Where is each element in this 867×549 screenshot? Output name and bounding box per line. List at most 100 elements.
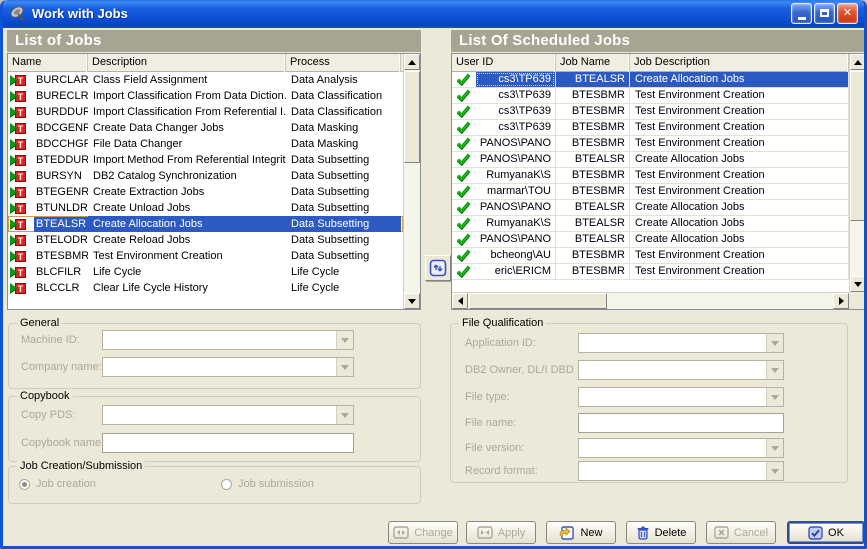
scroll-left-button[interactable] [452,293,468,309]
maximize-icon [820,9,829,17]
green-arrow-icon [10,155,17,165]
green-arrow-icon [10,235,17,245]
cell-user-id: eric\ERICM [452,264,556,280]
cell-job-name: BTESBMR [556,168,630,184]
scroll-down-button[interactable] [850,276,866,292]
apply-button: Apply [466,521,536,544]
cell-description: Clear Life Cycle History [88,280,286,296]
jobs-vertical-scrollbar[interactable] [403,54,420,309]
column-header-name[interactable]: Name [8,54,88,72]
table-row[interactable]: bcheong\AUBTESBMRTest Environment Creati… [452,248,849,264]
transfer-job-button[interactable] [425,255,451,281]
table-row[interactable]: marmar\TOUBTESBMRTest Environment Creati… [452,184,849,200]
scroll-up-button[interactable] [404,54,420,70]
minimize-icon [798,17,806,20]
table-row[interactable]: TBTUNLDRCreate Unload JobsData Subsettin… [8,200,403,216]
ok-button[interactable]: OK [787,521,865,544]
table-row[interactable]: cs3\TP639BTEALSRCreate Allocation Jobs [452,72,849,88]
minimize-button[interactable] [791,3,812,24]
check-icon [456,265,471,278]
column-header-job-name[interactable]: Job Name [556,54,630,72]
maximize-button[interactable] [814,3,835,24]
arrow-down-icon [408,299,416,304]
table-row[interactable]: TBTEDDURImport Method From Referential I… [8,152,403,168]
cell-job-name: BTESBMR [556,120,630,136]
table-row[interactable]: TBURCLARClass Field AssignmentData Analy… [8,72,403,88]
table-row[interactable]: TBURDDURImport Classification From Refer… [8,104,403,120]
machine-id-dropdown-button [336,331,353,349]
scheduled-vertical-scrollbar[interactable] [849,54,866,292]
table-row[interactable]: PANOS\PANOBTEALSRCreate Allocation Jobs [452,232,849,248]
close-button[interactable]: ✕ [837,3,858,24]
table-row[interactable]: TBTEALSRCreate Allocation JobsData Subse… [8,216,403,232]
table-row[interactable]: PANOS\PANOBTEALSRCreate Allocation Jobs [452,152,849,168]
db2-owner-combo [578,360,784,380]
scroll-right-button[interactable] [833,293,849,309]
delete-button-label: Delete [655,527,687,539]
column-header-job-description[interactable]: Job Description [630,54,849,72]
table-row[interactable]: TBLCCLRClear Life Cycle HistoryLife Cycl… [8,280,403,296]
apply-button-label: Apply [498,527,526,539]
green-arrow-icon [10,219,17,229]
check-icon [456,169,471,182]
copybook-name-input[interactable] [102,433,354,453]
table-row[interactable]: TBURSYNDB2 Catalog SynchronizationData S… [8,168,403,184]
application-id-dropdown-button [766,334,783,352]
column-header-description[interactable]: Description [88,54,286,72]
left-panel-title: List of Jobs [7,30,421,52]
table-row[interactable]: TBLCFILRLife CycleLife Cycle [8,264,403,280]
copy-pds-dropdown-button [336,406,353,424]
green-arrow-icon [10,267,17,277]
cell-job-name: BTEALSR [556,216,630,232]
cell-description: Create Data Changer Jobs [88,120,286,136]
table-row[interactable]: TBDCGENRCreate Data Changer JobsData Mas… [8,120,403,136]
job-icon: T [10,187,34,198]
table-row[interactable]: eric\ERICMBTESBMRTest Environment Creati… [452,264,849,280]
cell-name: TBURECLR [8,88,88,104]
column-header-process[interactable]: Process [286,54,401,72]
table-row[interactable]: TBTELODRCreate Reload JobsData Subsettin… [8,232,403,248]
table-row[interactable]: cs3\TP639BTESBMRTest Environment Creatio… [452,104,849,120]
chevron-down-icon [341,413,349,418]
scrollbar-thumb[interactable] [850,71,866,221]
new-button[interactable]: New [546,521,616,544]
table-row[interactable]: TBTESBMRTest Environment CreationData Su… [8,248,403,264]
scrollbar-thumb[interactable] [404,71,420,163]
ok-button-label: OK [828,527,844,539]
table-row[interactable]: RumyanaK\SBTEALSRCreate Allocation Jobs [452,216,849,232]
scheduled-horizontal-scrollbar[interactable] [452,292,849,309]
table-row[interactable]: RumyanaK\SBTESBMRTest Environment Creati… [452,168,849,184]
cell-user-id: bcheong\AU [452,248,556,264]
job-creation-radio-label: Job creation [36,478,96,490]
scroll-up-button[interactable] [850,54,866,70]
file-name-input[interactable] [578,413,784,433]
delete-button[interactable]: Delete [626,521,696,544]
column-header-user-id[interactable]: User ID [452,54,556,72]
scrollbar-thumb[interactable] [469,293,607,309]
table-row[interactable]: PANOS\PANOBTEALSRCreate Allocation Jobs [452,200,849,216]
table-row[interactable]: cs3\TP639BTESBMRTest Environment Creatio… [452,120,849,136]
cell-user-id: RumyanaK\S [452,168,556,184]
cell-user-id: cs3\TP639 [452,104,556,120]
table-row[interactable]: TBDCCHGRFile Data ChangerData Masking [8,136,403,152]
db2-owner-label: DB2 Owner, DL/I DBD [465,360,574,380]
table-row[interactable]: PANOS\PANOBTESBMRTest Environment Creati… [452,136,849,152]
table-row[interactable]: TBTEGENRCreate Extraction JobsData Subse… [8,184,403,200]
table-row[interactable]: cs3\TP639BTESBMRTest Environment Creatio… [452,88,849,104]
close-icon: ✕ [843,8,852,19]
scroll-down-button[interactable] [404,293,420,309]
cell-name: TBTELODR [8,232,88,248]
application-id-combo [578,333,784,353]
cell-name: TBURSYN [8,168,88,184]
cell-name: TBTESBMR [8,248,88,264]
table-row[interactable]: TBURECLRImport Classification From Data … [8,88,403,104]
file-type-dropdown-button [766,388,783,406]
cell-process: Data Masking [286,120,401,136]
cell-job-name: BTESBMR [556,264,630,280]
green-arrow-icon [10,107,17,117]
cell-job-description: Test Environment Creation [630,248,849,264]
cell-job-name: BTESBMR [556,184,630,200]
chevron-down-icon [771,368,779,373]
cell-job-description: Test Environment Creation [630,136,849,152]
cell-job-name: BTESBMR [556,248,630,264]
